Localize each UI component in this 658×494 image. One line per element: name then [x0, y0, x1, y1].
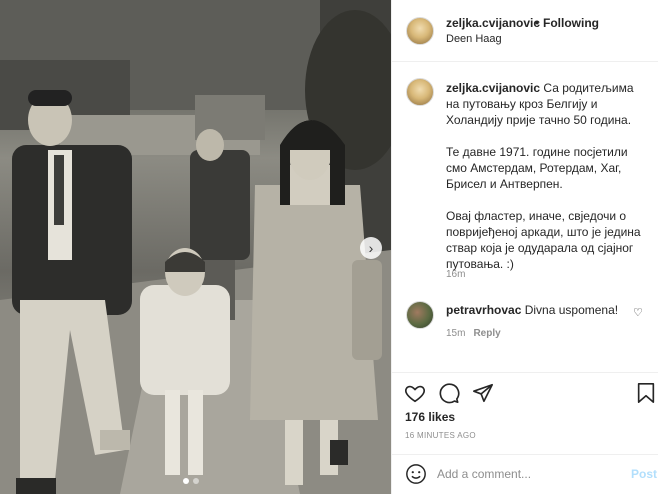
- post-location[interactable]: Deen Haag: [446, 33, 502, 45]
- emoji-icon[interactable]: [405, 463, 427, 485]
- comment-meta: 15m Reply: [446, 328, 501, 339]
- comment-timestamp: 15m: [446, 328, 466, 339]
- following-button[interactable]: Following: [543, 16, 599, 30]
- comment-input[interactable]: [437, 464, 617, 484]
- vintage-family-photo: [0, 0, 391, 494]
- post-photo[interactable]: ›: [0, 0, 391, 494]
- caption-username[interactable]: zeljka.cvijanovic: [446, 81, 540, 95]
- carousel-dot-active: [183, 478, 189, 484]
- commenter-avatar[interactable]: [406, 301, 434, 329]
- comments-section[interactable]: zeljka.cvijanovic Са родитељима на путов…: [392, 62, 658, 372]
- reply-button[interactable]: Reply: [473, 328, 500, 339]
- caption-avatar[interactable]: [406, 78, 434, 106]
- post-details-panel: zeljka.cvijanovic • Following Deen Haag …: [391, 0, 658, 494]
- comment-like-icon[interactable]: ♡: [633, 306, 643, 319]
- author-avatar[interactable]: [406, 17, 434, 45]
- likes-count[interactable]: 176 likes: [405, 410, 455, 424]
- caption-line-3: Овај фластер, иначе, свједочи о повријеђ…: [446, 209, 641, 271]
- author-username[interactable]: zeljka.cvijanovic: [446, 16, 540, 30]
- carousel-dot: [193, 478, 199, 484]
- comment-icon[interactable]: [438, 382, 460, 404]
- post-actions: 176 likes 16 MINUTES AGO: [392, 372, 658, 454]
- bookmark-icon[interactable]: [636, 382, 656, 404]
- commenter-username[interactable]: petravrhovac: [446, 303, 521, 317]
- chevron-right-icon: ›: [368, 240, 374, 256]
- share-icon[interactable]: [472, 382, 494, 404]
- post-comment-button[interactable]: Post: [631, 467, 657, 481]
- add-comment-bar: Post: [392, 454, 658, 494]
- caption-line-2: Те давне 1971. године посјетили смо Амст…: [446, 145, 628, 191]
- post-header: zeljka.cvijanovic • Following Deen Haag: [392, 0, 658, 62]
- post-timestamp: 16 MINUTES AGO: [405, 431, 476, 440]
- post-caption: zeljka.cvijanovic Са родитељима на путов…: [446, 80, 646, 288]
- separator-dot: •: [535, 16, 540, 30]
- next-slide-button[interactable]: ›: [360, 237, 382, 259]
- comment-text: Divna uspomena!: [524, 303, 619, 317]
- heart-icon[interactable]: [404, 382, 426, 404]
- comment: petravrhovac Divna uspomena!: [446, 303, 618, 317]
- caption-timestamp: 16m: [446, 269, 466, 280]
- carousel-indicator: [183, 478, 199, 484]
